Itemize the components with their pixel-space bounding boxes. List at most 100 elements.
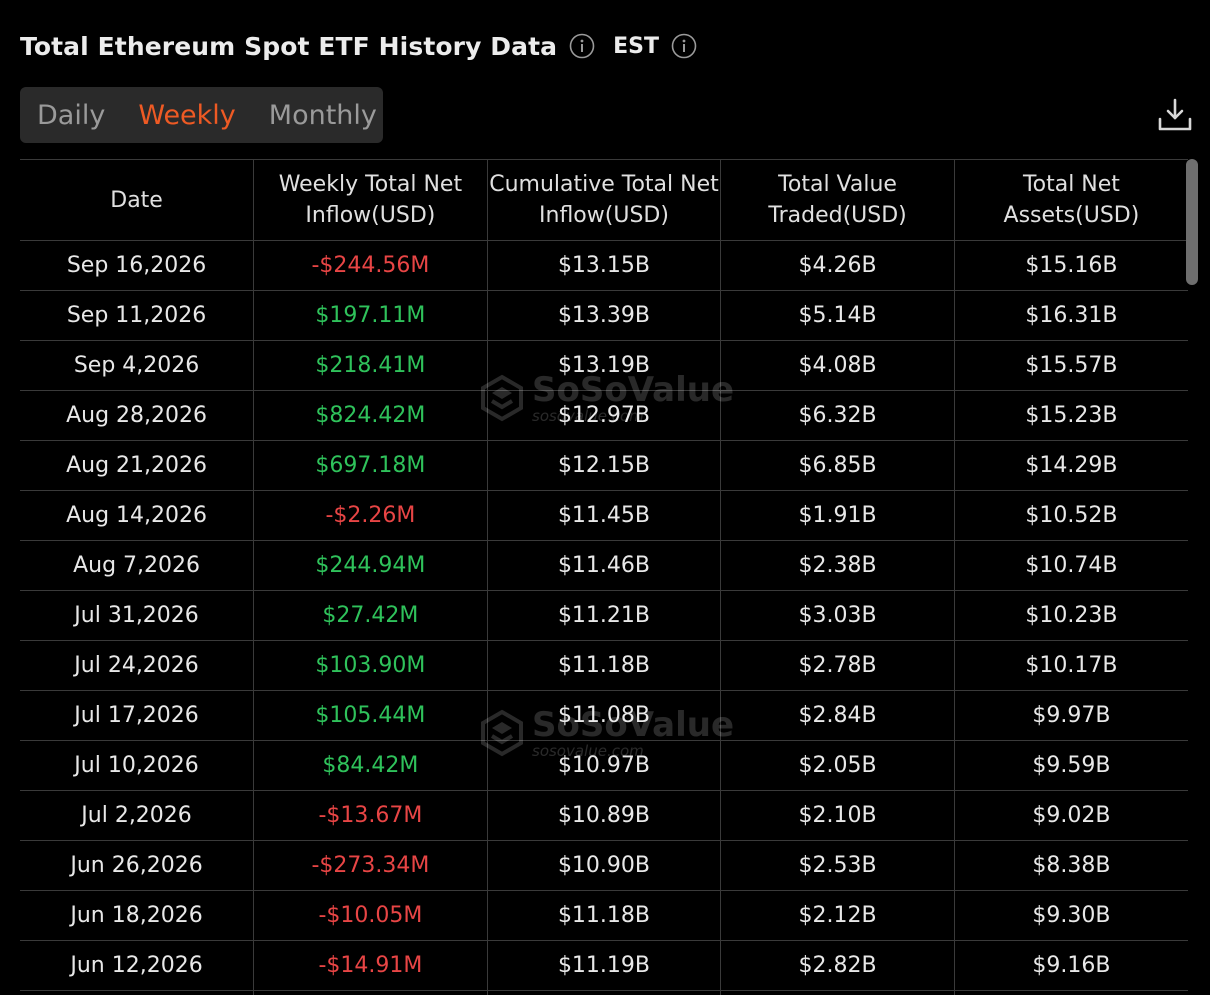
cell-weekly-inflow <box>253 990 488 995</box>
cell-value-traded: $2.38B <box>720 540 955 591</box>
cell-net-assets: $9.30B <box>953 890 1188 941</box>
cell-weekly-inflow: $697.18M <box>253 440 488 491</box>
cell-net-assets: $9.16B <box>953 940 1188 991</box>
cell-net-assets: $9.97B <box>953 690 1188 741</box>
cell-cumulative-inflow: $11.18B <box>486 890 722 941</box>
table-row[interactable]: Aug 21,2026 $697.18M $12.15B $6.85B $14.29B <box>20 440 1188 491</box>
cell-weekly-inflow: $197.11M <box>253 290 488 341</box>
cell-weekly-inflow: -$244.56M <box>253 240 488 291</box>
tab-monthly[interactable]: Monthly <box>269 100 377 131</box>
cell-value-traded: $5.14B <box>720 290 955 341</box>
cell-cumulative-inflow: $13.39B <box>486 290 722 341</box>
cell-cumulative-inflow: $11.45B <box>486 490 722 541</box>
table-row[interactable]: Jul 10,2026 $84.42M $10.97B $2.05B $9.59B <box>20 740 1188 791</box>
cell-weekly-inflow: -$273.34M <box>253 840 488 891</box>
tab-weekly[interactable]: Weekly <box>138 100 235 131</box>
cell-value-traded: $6.32B <box>720 390 955 441</box>
cell-weekly-inflow: $27.42M <box>253 590 488 641</box>
cell-net-assets: $15.23B <box>953 390 1188 441</box>
cell-date: Sep 16,2026 <box>20 240 255 291</box>
cell-cumulative-inflow <box>486 990 722 995</box>
column-header-net-assets[interactable]: Total Net Assets(USD) <box>953 159 1188 241</box>
cell-date: Jun 26,2026 <box>20 840 255 891</box>
cell-cumulative-inflow: $11.19B <box>486 940 722 991</box>
timezone-label: EST <box>613 33 660 59</box>
cell-net-assets: $10.17B <box>953 640 1188 691</box>
cell-cumulative-inflow: $11.46B <box>486 540 722 591</box>
table-row[interactable]: Jul 31,2026 $27.42M $11.21B $3.03B $10.23B <box>20 590 1188 641</box>
table-scrollbar[interactable] <box>1186 159 1198 285</box>
table-header-row: Date Weekly Total Net Inflow(USD) Cumula… <box>20 159 1188 241</box>
table-row[interactable]: Jun 12,2026 -$14.91M $11.19B $2.82B $9.16B <box>20 940 1188 991</box>
cell-date: Jul 31,2026 <box>20 590 255 641</box>
cell-weekly-inflow: $218.41M <box>253 340 488 391</box>
cell-net-assets: $8.38B <box>953 840 1188 891</box>
table-row[interactable]: Jun 26,2026 -$273.34M $10.90B $2.53B $8.38B <box>20 840 1188 891</box>
cell-weekly-inflow: $84.42M <box>253 740 488 791</box>
cell-date: Jul 10,2026 <box>20 740 255 791</box>
cell-date: Jun 12,2026 <box>20 940 255 991</box>
period-tabs: Daily Weekly Monthly <box>20 87 383 143</box>
cell-value-traded: $4.26B <box>720 240 955 291</box>
table-row[interactable]: Aug 7,2026 $244.94M $11.46B $2.38B $10.74B <box>20 540 1188 591</box>
column-header-cumulative-inflow[interactable]: Cumulative Total Net Inflow(USD) <box>486 159 722 241</box>
cell-cumulative-inflow: $10.97B <box>486 740 722 791</box>
cell-value-traded: $2.10B <box>720 790 955 841</box>
cell-date: Jul 17,2026 <box>20 690 255 741</box>
column-header-date[interactable]: Date <box>20 159 255 241</box>
cell-cumulative-inflow: $12.15B <box>486 440 722 491</box>
cell-net-assets <box>953 990 1188 995</box>
table-row[interactable]: Jul 24,2026 $103.90M $11.18B $2.78B $10.17B <box>20 640 1188 691</box>
cell-value-traded: $2.05B <box>720 740 955 791</box>
tab-daily[interactable]: Daily <box>37 100 105 131</box>
cell-value-traded: $3.03B <box>720 590 955 641</box>
table-row[interactable]: Aug 14,2026 -$2.26M $11.45B $1.91B $10.52B <box>20 490 1188 541</box>
cell-cumulative-inflow: $13.19B <box>486 340 722 391</box>
table-row[interactable]: Jul 17,2026 $105.44M $11.08B $2.84B $9.97B <box>20 690 1188 741</box>
cell-value-traded: $2.84B <box>720 690 955 741</box>
cell-date: Aug 21,2026 <box>20 440 255 491</box>
column-header-value-traded[interactable]: Total Value Traded(USD) <box>720 159 955 241</box>
cell-value-traded: $2.53B <box>720 840 955 891</box>
cell-value-traded: $4.08B <box>720 340 955 391</box>
panel-header: Total Ethereum Spot ETF History Data EST <box>20 28 697 64</box>
table-row[interactable]: Jul 2,2026 -$13.67M $10.89B $2.10B $9.02B <box>20 790 1188 841</box>
cell-date: Aug 28,2026 <box>20 390 255 441</box>
history-table-container[interactable]: Date Weekly Total Net Inflow(USD) Cumula… <box>20 159 1188 995</box>
cell-date: Aug 7,2026 <box>20 540 255 591</box>
cell-cumulative-inflow: $11.21B <box>486 590 722 641</box>
cell-weekly-inflow: $103.90M <box>253 640 488 691</box>
cell-net-assets: $9.59B <box>953 740 1188 791</box>
cell-weekly-inflow: $105.44M <box>253 690 488 741</box>
download-icon[interactable] <box>1156 96 1194 134</box>
table-row[interactable]: Sep 16,2026 -$244.56M $13.15B $4.26B $15.16B <box>20 240 1188 291</box>
cell-value-traded: $2.82B <box>720 940 955 991</box>
info-icon[interactable] <box>569 33 595 59</box>
cell-value-traded <box>720 990 955 995</box>
cell-date: Sep 11,2026 <box>20 290 255 341</box>
table-row[interactable]: Sep 11,2026 $197.11M $13.39B $5.14B $16.31B <box>20 290 1188 341</box>
cell-cumulative-inflow: $10.90B <box>486 840 722 891</box>
page-title: Total Ethereum Spot ETF History Data <box>20 31 558 61</box>
cell-net-assets: $14.29B <box>953 440 1188 491</box>
table-row[interactable]: Aug 28,2026 $824.42M $12.97B $6.32B $15.23B <box>20 390 1188 441</box>
cell-net-assets: $10.23B <box>953 590 1188 641</box>
cell-cumulative-inflow: $11.08B <box>486 690 722 741</box>
timezone-info-icon[interactable] <box>671 33 697 59</box>
cell-value-traded: $2.12B <box>720 890 955 941</box>
cell-weekly-inflow: -$10.05M <box>253 890 488 941</box>
cell-cumulative-inflow: $13.15B <box>486 240 722 291</box>
table-body: Sep 16,2026 -$244.56M $13.15B $4.26B $15.16B… <box>20 240 1188 995</box>
cell-date: Jun 18,2026 <box>20 890 255 941</box>
table-row[interactable] <box>20 990 1188 995</box>
cell-net-assets: $10.74B <box>953 540 1188 591</box>
cell-value-traded: $1.91B <box>720 490 955 541</box>
column-header-weekly-inflow[interactable]: Weekly Total Net Inflow(USD) <box>253 159 488 241</box>
cell-value-traded: $2.78B <box>720 640 955 691</box>
cell-weekly-inflow: $824.42M <box>253 390 488 441</box>
cell-net-assets: $9.02B <box>953 790 1188 841</box>
table-row[interactable]: Jun 18,2026 -$10.05M $11.18B $2.12B $9.30B <box>20 890 1188 941</box>
cell-weekly-inflow: -$13.67M <box>253 790 488 841</box>
cell-value-traded: $6.85B <box>720 440 955 491</box>
table-row[interactable]: Sep 4,2026 $218.41M $13.19B $4.08B $15.57B <box>20 340 1188 391</box>
